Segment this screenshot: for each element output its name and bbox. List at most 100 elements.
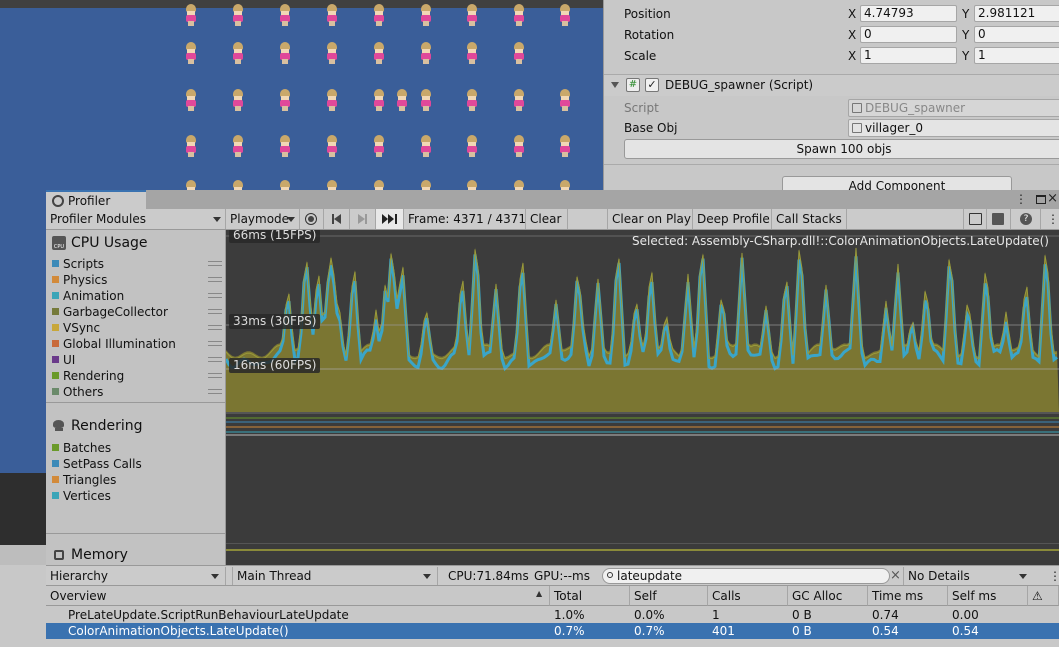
- rendering-legend-item[interactable]: SetPass Calls: [52, 456, 226, 472]
- memory-icon: [52, 548, 66, 562]
- profiler-toolbar: Profiler Modules Playmode Frame: 4371 / …: [46, 209, 1059, 230]
- profiler-tab[interactable]: Profiler: [46, 190, 146, 209]
- rotation-x-field[interactable]: 0: [860, 26, 957, 43]
- thread-dropdown[interactable]: Main Thread: [232, 567, 438, 585]
- fps-label-30: 33ms (30FPS): [229, 314, 321, 329]
- cpu-legend-item[interactable]: VSync: [52, 320, 226, 336]
- rendering-legend-item[interactable]: Vertices: [52, 488, 226, 504]
- col-total-header[interactable]: Total: [550, 586, 630, 606]
- cpu-legend-item[interactable]: Others: [52, 384, 226, 400]
- drag-handle-icon[interactable]: [208, 261, 222, 266]
- col-time-ms-cell: 0.54: [872, 624, 899, 638]
- details-dropdown-label: No Details: [908, 569, 970, 583]
- cpu-legend-item[interactable]: Physics: [52, 272, 226, 288]
- cpu-legend-item[interactable]: Scripts: [52, 256, 226, 272]
- col-calls-cell: 401: [712, 624, 735, 638]
- col-gc-alloc-header[interactable]: GC Alloc: [788, 586, 868, 606]
- call-stacks-button[interactable]: Call Stacks: [772, 209, 847, 229]
- memory-title[interactable]: Memory: [71, 546, 128, 564]
- rendering-title[interactable]: Rendering: [71, 417, 143, 435]
- drag-handle-icon[interactable]: [208, 293, 222, 298]
- col-overview-cell: PreLateUpdate.ScriptRunBehaviourLateUpda…: [68, 608, 349, 622]
- cpu-usage-chart[interactable]: 66ms (15FPS) 33ms (30FPS) 16ms (60FPS) S…: [226, 230, 1059, 565]
- clear-on-play-button[interactable]: Clear on Play: [608, 209, 693, 229]
- legend-swatch: [52, 356, 59, 363]
- villager-sprite: [326, 42, 338, 64]
- legend-label: GarbageCollector: [63, 305, 168, 319]
- col-self-header[interactable]: Self: [630, 586, 708, 606]
- scale-y-field[interactable]: 1: [974, 47, 1059, 64]
- window-menu-icon[interactable]: ⋮: [1015, 192, 1027, 206]
- details-dropdown[interactable]: No Details: [903, 567, 1033, 585]
- current-frame-button[interactable]: [376, 209, 404, 229]
- base-obj-field[interactable]: villager_0: [848, 119, 1059, 137]
- deep-profile-button[interactable]: Deep Profile: [693, 209, 772, 229]
- scale-x-field[interactable]: 1: [860, 47, 957, 64]
- script-hash-icon: #: [626, 78, 640, 92]
- villager-sprite: [513, 89, 525, 111]
- enabled-checkbox[interactable]: ✓: [645, 78, 659, 92]
- save-icon: [992, 213, 1004, 225]
- chevron-down-icon: [1019, 574, 1027, 579]
- cpu-legend-item[interactable]: Rendering: [52, 368, 226, 384]
- drag-handle-icon[interactable]: [208, 357, 222, 362]
- help-button[interactable]: ?: [1011, 209, 1041, 229]
- drag-handle-icon[interactable]: [208, 389, 222, 394]
- table-row[interactable]: ColorAnimationObjects.LateUpdate() 0.7% 0.…: [46, 623, 1059, 639]
- record-button[interactable]: [300, 209, 324, 229]
- rendering-legend-item[interactable]: Batches: [52, 440, 226, 456]
- drag-handle-icon[interactable]: [208, 373, 222, 378]
- spawn-button[interactable]: Spawn 100 objs: [624, 139, 1059, 159]
- drag-handle-icon[interactable]: [208, 325, 222, 330]
- villager-sprite: [232, 135, 244, 157]
- prev-frame-button[interactable]: [324, 209, 350, 229]
- position-x-field[interactable]: 4.74793: [860, 5, 957, 22]
- component-header[interactable]: # ✓ DEBUG_spawner (Script): [604, 74, 1059, 96]
- foldout-arrow-icon[interactable]: [611, 82, 619, 88]
- cpu-legend-item[interactable]: GarbageCollector: [52, 304, 226, 320]
- view-dropdown[interactable]: Hierarchy: [46, 567, 226, 585]
- drag-handle-icon[interactable]: [208, 309, 222, 314]
- cpu-legend-item[interactable]: Animation: [52, 288, 226, 304]
- col-self-ms-header[interactable]: Self ms: [948, 586, 1028, 606]
- cpu-legend-item[interactable]: UI: [52, 352, 226, 368]
- load-button[interactable]: [963, 209, 987, 229]
- warning-icon[interactable]: ⚠: [1028, 586, 1059, 606]
- next-frame-button[interactable]: [350, 209, 376, 229]
- drag-handle-icon[interactable]: [208, 277, 222, 282]
- legend-label: Others: [63, 385, 104, 399]
- cpu-legend-item[interactable]: Global Illumination: [52, 336, 226, 352]
- search-input[interactable]: lateupdate: [602, 568, 890, 584]
- playmode-dropdown[interactable]: Playmode: [226, 209, 300, 229]
- save-button[interactable]: [987, 209, 1011, 229]
- position-y-field[interactable]: 2.981121: [974, 5, 1059, 22]
- profiler-window: Profiler ⋮ × Profiler Modules Playmode F…: [46, 190, 1059, 647]
- legend-swatch: [52, 340, 59, 347]
- fps-label-15: 66ms (15FPS): [229, 230, 321, 243]
- close-icon[interactable]: ×: [1047, 191, 1058, 207]
- rendering-legend-item[interactable]: Triangles: [52, 472, 226, 488]
- col-calls-header[interactable]: Calls: [708, 586, 788, 606]
- clear-button[interactable]: Clear: [526, 209, 568, 229]
- fps-label-60: 16ms (60FPS): [229, 358, 321, 373]
- more-options-button[interactable]: ⋮: [1041, 209, 1059, 229]
- maximize-icon[interactable]: [1036, 195, 1046, 204]
- villager-sprite: [232, 4, 244, 26]
- more-icon[interactable]: ⋮: [1049, 567, 1059, 585]
- col-gc-alloc-cell: 0 B: [792, 624, 812, 638]
- legend-label: Physics: [63, 273, 108, 287]
- clear-search-icon[interactable]: ×: [890, 567, 901, 585]
- drag-handle-icon[interactable]: [208, 341, 222, 346]
- table-row[interactable]: PreLateUpdate.ScriptRunBehaviourLateUpda…: [46, 607, 1059, 623]
- position-y-axis: Y: [962, 7, 970, 21]
- rotation-y-field[interactable]: 0: [974, 26, 1059, 43]
- col-time-ms-header[interactable]: Time ms: [868, 586, 948, 606]
- script-field: DEBUG_spawner: [848, 99, 1059, 117]
- profiler-modules-dropdown[interactable]: Profiler Modules: [46, 209, 226, 229]
- col-overview-header[interactable]: Overview: [46, 586, 550, 606]
- col-overview-cell: ColorAnimationObjects.LateUpdate(): [68, 624, 289, 638]
- villager-sprite: [466, 89, 478, 111]
- cpu-usage-title[interactable]: CPU Usage: [71, 234, 148, 252]
- legend-label: UI: [63, 353, 76, 367]
- villager-sprite: [232, 42, 244, 64]
